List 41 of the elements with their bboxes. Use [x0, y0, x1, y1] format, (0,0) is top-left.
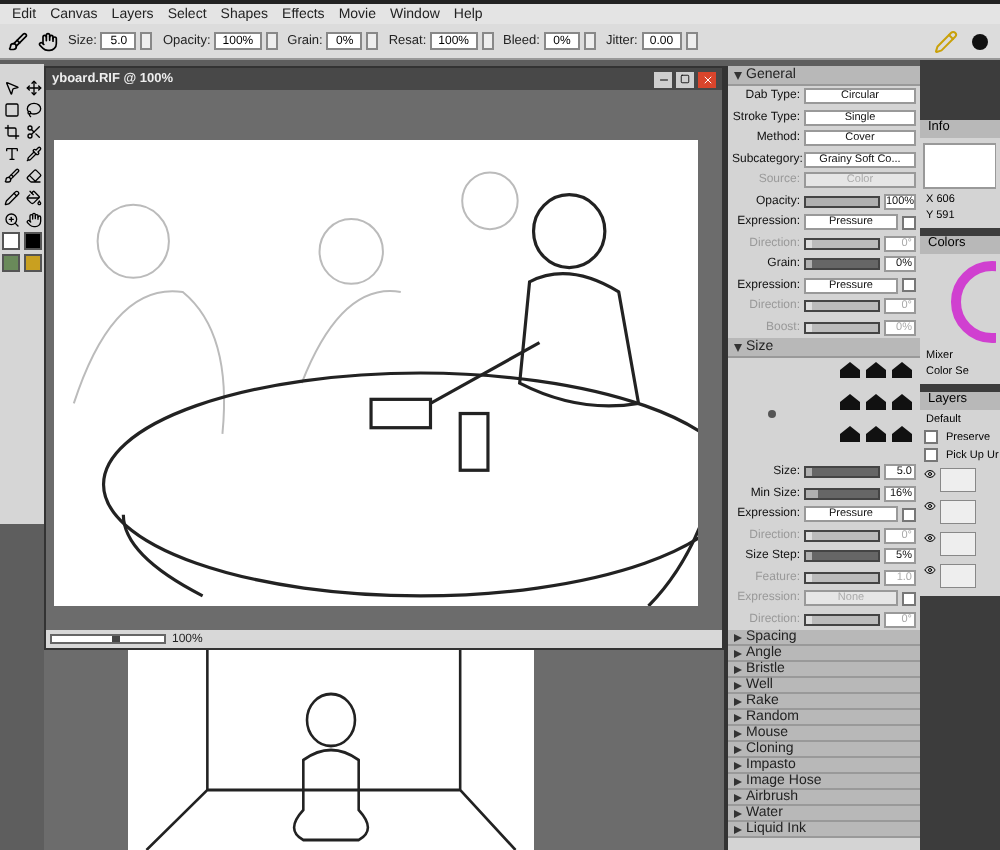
- maximize-button[interactable]: [676, 71, 694, 87]
- zoom-slider[interactable]: [50, 634, 166, 644]
- tool-icon[interactable]: [25, 79, 41, 95]
- minimize-icon: [657, 73, 669, 85]
- layer-thumbnail: [940, 500, 976, 524]
- color-swatch[interactable]: [2, 254, 20, 272]
- close-button[interactable]: [698, 71, 716, 87]
- tool-icon[interactable]: [25, 145, 41, 161]
- tool-icon[interactable]: [25, 101, 41, 117]
- maximize-icon: [680, 74, 690, 84]
- tool-icon[interactable]: [25, 167, 41, 183]
- tool-icon[interactable]: [25, 189, 41, 205]
- close-icon: [701, 73, 713, 85]
- layer-thumbnail: [940, 468, 976, 492]
- layer-thumbnail: [940, 564, 976, 588]
- tool-icon[interactable]: [3, 167, 19, 183]
- color-swatch[interactable]: [2, 232, 20, 250]
- color-swatch[interactable]: [24, 254, 42, 272]
- hand-icon[interactable]: [38, 31, 58, 51]
- checkbox[interactable]: [902, 278, 916, 293]
- slider[interactable]: [804, 466, 880, 479]
- tool-icon[interactable]: [3, 189, 19, 205]
- color-swatch[interactable]: [24, 232, 42, 250]
- brush-dab-icon[interactable]: [968, 29, 992, 53]
- checkbox[interactable]: [924, 430, 938, 444]
- slider[interactable]: [804, 487, 880, 500]
- tool-icon[interactable]: [3, 123, 19, 139]
- tool-icon[interactable]: [25, 123, 41, 139]
- checkbox[interactable]: [924, 448, 938, 462]
- brush-icon[interactable]: [8, 31, 28, 51]
- slider[interactable]: [804, 550, 880, 563]
- layer-thumbnail: [940, 532, 976, 556]
- slider-thumb[interactable]: [112, 636, 121, 642]
- tool-icon[interactable]: [3, 211, 19, 227]
- navigator-thumbnail: [920, 142, 996, 190]
- tool-icon[interactable]: [25, 211, 41, 227]
- tool-icon[interactable]: [3, 145, 19, 161]
- minimize-button[interactable]: [654, 71, 672, 87]
- checkbox[interactable]: [902, 215, 916, 230]
- slider[interactable]: [804, 258, 880, 271]
- checkbox[interactable]: [902, 507, 916, 522]
